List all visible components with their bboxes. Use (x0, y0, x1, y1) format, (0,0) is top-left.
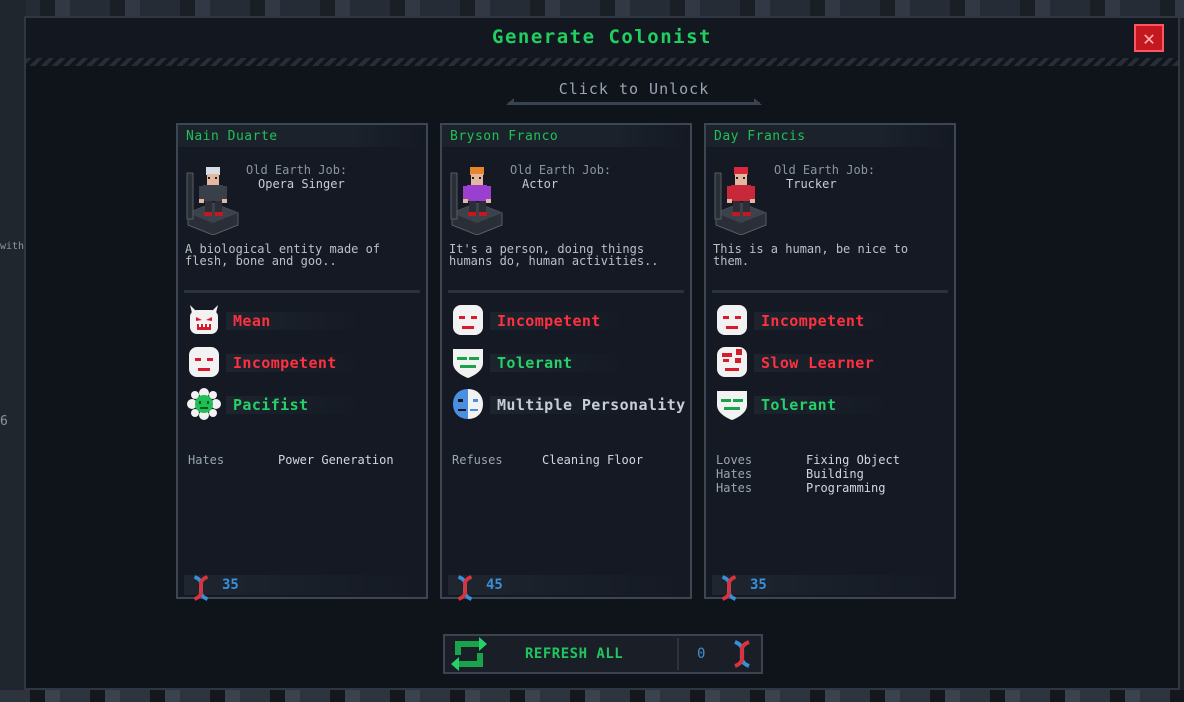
cost-bar (184, 575, 420, 595)
colonist-description: It's a person, doing things humans do, h… (449, 242, 659, 268)
trait-label: Incompetent (761, 312, 865, 330)
colonist-portrait (712, 163, 770, 236)
colonist-card[interactable]: Bryson Franco Old Earth Job: Actor It's … (440, 123, 692, 601)
colonist-description: A biological entity made of flesh, bone … (185, 242, 381, 268)
slow-learner-face-icon (714, 345, 750, 383)
incompetent-face-icon (186, 345, 222, 383)
preference-kind: Hates (716, 467, 753, 481)
colonist-cost: 35 (222, 577, 239, 593)
colonist-name: Nain Duarte (186, 129, 278, 144)
trait-row: Tolerant (714, 387, 950, 421)
trait-label: Slow Learner (761, 354, 875, 372)
job-value: Actor (522, 177, 559, 191)
colonist-card[interactable]: Nain Duarte Old Earth Job: Opera Singer … (176, 123, 428, 601)
tolerant-face-icon (714, 387, 750, 425)
trait-label: Pacifist (233, 396, 309, 414)
job-label: Old Earth Job: (510, 163, 612, 177)
colonist-cost: 45 (486, 577, 503, 593)
refresh-all-label: REFRESH ALL (525, 646, 624, 662)
trait-row: Multiple Personality (450, 387, 686, 421)
preference-value: Fixing Object (806, 453, 900, 467)
close-icon: ✕ (1142, 26, 1156, 50)
colonist-card[interactable]: Day Francis Old Earth Job: Trucker This … (704, 123, 956, 601)
trait-row: Incompetent (714, 303, 950, 337)
job-label: Old Earth Job: (246, 163, 348, 177)
dialog-titlebar: Generate Colonist ✕ (26, 18, 1178, 61)
refresh-all-button[interactable]: REFRESH ALL 0 (443, 634, 763, 674)
trait-label: Incompetent (497, 312, 601, 330)
background-left: with 6 (0, 0, 26, 702)
trait-label: Tolerant (761, 396, 837, 414)
card-divider (184, 290, 420, 293)
preference-value: Power Generation (278, 453, 394, 467)
preference-value: Building (806, 467, 864, 481)
trait-label: Incompetent (233, 354, 337, 372)
refresh-separator (677, 638, 679, 670)
preference-kind: Hates (716, 481, 753, 495)
dna-icon (734, 640, 750, 668)
job-value: Opera Singer (258, 177, 345, 191)
card-divider (448, 290, 684, 293)
trait-label: Tolerant (497, 354, 573, 372)
job-label: Old Earth Job: (774, 163, 876, 177)
trait-row: Pacifist (186, 387, 422, 421)
colonist-card-header: Bryson Franco (442, 125, 690, 147)
dialog-title: Generate Colonist (492, 26, 712, 48)
colonist-description: This is a human, be nice to them. (713, 242, 909, 268)
cost-bar (448, 575, 684, 595)
colonist-portrait (448, 163, 506, 236)
trait-row: Mean (186, 303, 422, 337)
unlock-button[interactable]: Click to Unlock (506, 76, 762, 105)
colonist-name: Day Francis (714, 129, 806, 144)
devil-face-icon (186, 303, 222, 341)
trait-label: Multiple Personality (497, 396, 686, 414)
split-face-icon (450, 387, 486, 425)
incompetent-face-icon (714, 303, 750, 341)
preference-kind: Loves (716, 453, 753, 467)
dna-icon (716, 575, 742, 605)
colonist-portrait (184, 163, 242, 236)
background-text-fragment: with (0, 241, 25, 252)
colonist-card-header: Day Francis (706, 125, 954, 147)
trait-label: Mean (233, 312, 271, 330)
trait-row: Tolerant (450, 345, 686, 379)
colonist-name: Bryson Franco (450, 129, 559, 144)
background-text-fragment: 6 (0, 414, 8, 429)
generate-colonist-dialog: Generate Colonist ✕ Click to Unlock Nain… (24, 16, 1180, 690)
incompetent-face-icon (450, 303, 486, 341)
preference-kind: Refuses (452, 453, 503, 467)
trait-row: Slow Learner (714, 345, 950, 379)
trait-row: Incompetent (450, 303, 686, 337)
card-divider (712, 290, 948, 293)
colonist-cost: 35 (750, 577, 767, 593)
close-button[interactable]: ✕ (1134, 24, 1164, 52)
job-value: Trucker (786, 177, 837, 191)
preference-value: Programming (806, 481, 886, 495)
flower-icon (186, 387, 222, 425)
preference-kind: Hates (188, 453, 225, 467)
dna-icon (452, 575, 478, 605)
colonist-card-header: Nain Duarte (178, 125, 426, 147)
dna-icon (188, 575, 214, 605)
trait-row: Incompetent (186, 345, 422, 379)
refresh-cost: 0 (697, 646, 706, 662)
background-bottom (0, 690, 1184, 702)
refresh-icon (451, 637, 487, 671)
tolerant-face-icon (450, 345, 486, 383)
preference-value: Cleaning Floor (542, 453, 644, 467)
cost-bar (712, 575, 948, 595)
title-divider (26, 58, 1178, 66)
